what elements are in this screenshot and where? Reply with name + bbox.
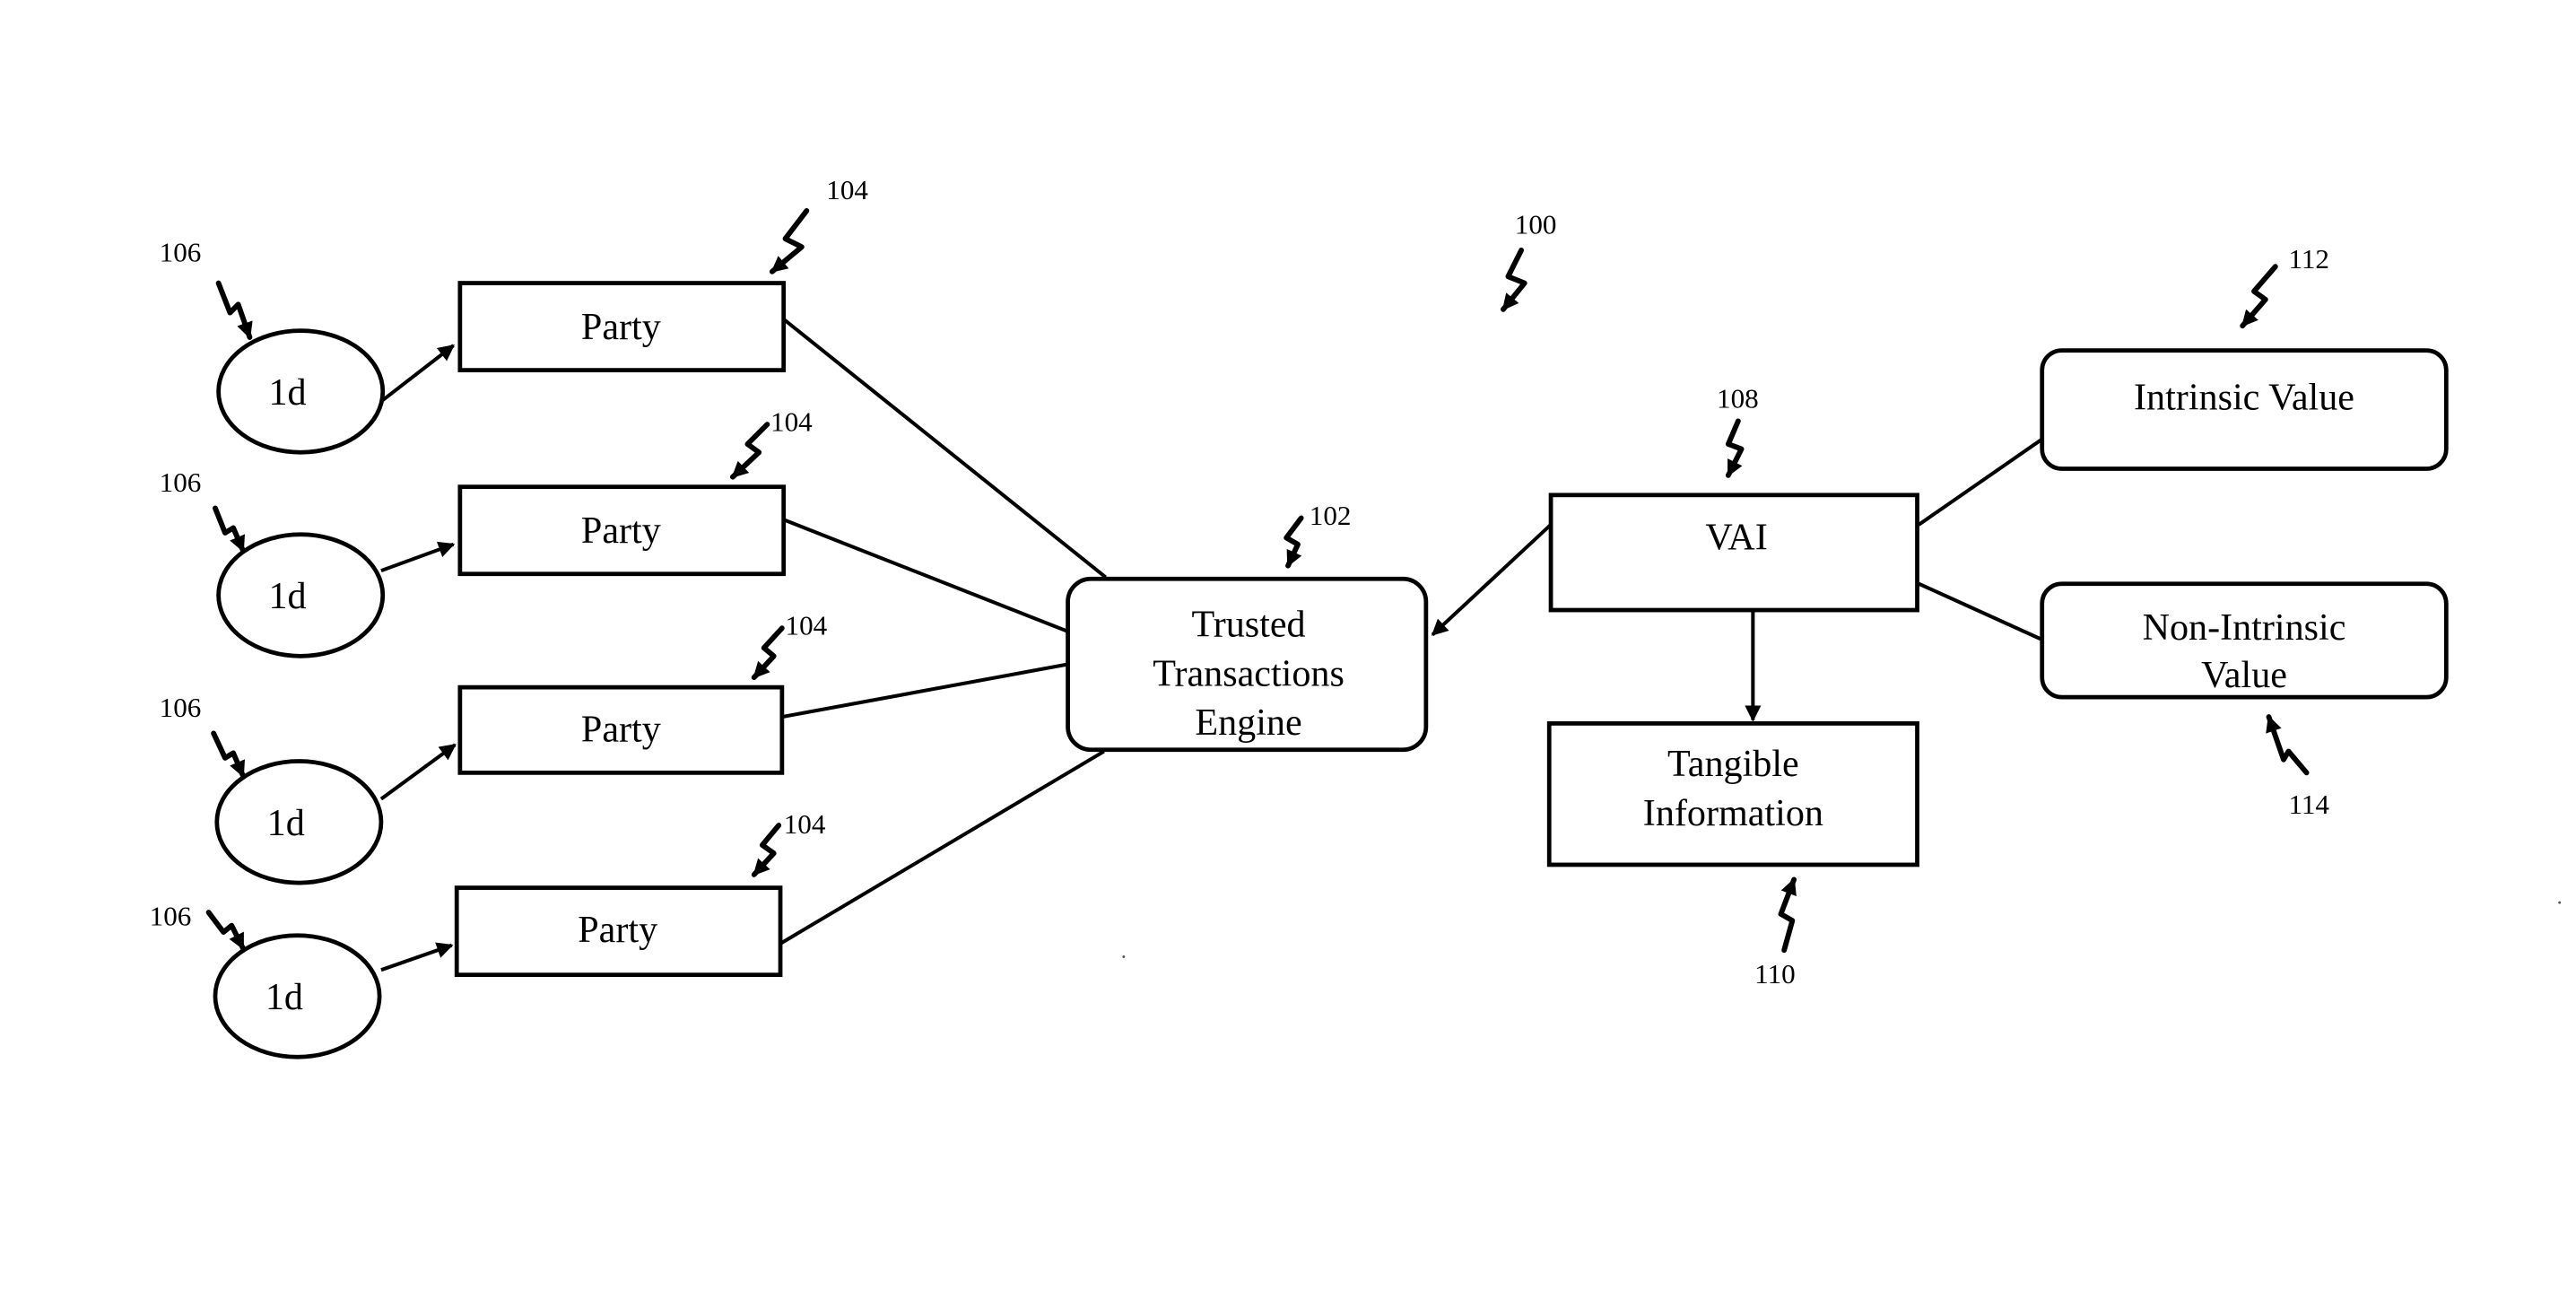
edge-vai-intrinsic	[1918, 437, 2043, 527]
edge-id4-party4	[380, 942, 454, 972]
ref-104: 104	[784, 808, 826, 840]
ref-104: 104	[786, 610, 828, 641]
engine-label-line2: Transactions	[1153, 652, 1345, 694]
vai-node: VAI	[1548, 493, 1919, 613]
id-node: 1d	[213, 933, 382, 1059]
leader-106-icon	[211, 730, 247, 779]
nonintrinsic-label-line2: Value	[2201, 654, 2287, 696]
leader-106-icon	[215, 280, 253, 340]
ref-106: 106	[160, 237, 202, 268]
intrinsic-node: Intrinsic Value	[2040, 348, 2449, 471]
engine-label-line3: Engine	[1195, 702, 1301, 744]
edge-vai-nonintrinsic	[1918, 581, 2043, 641]
ref-108: 108	[1717, 383, 1759, 414]
intrinsic-label: Intrinsic Value	[2134, 377, 2354, 419]
ref-100: 100	[1515, 209, 1557, 240]
tangible-label-line1: Tangible	[1667, 743, 1799, 785]
engine-label-line1: Trusted	[1191, 603, 1305, 645]
ref-114: 114	[2288, 789, 2329, 820]
party-node: Party	[454, 885, 783, 978]
party-node: Party	[457, 484, 787, 577]
leader-114-icon	[2266, 714, 2310, 776]
id-label: 1d	[265, 976, 303, 1018]
ref-106: 106	[150, 901, 192, 932]
leader-106-icon	[205, 910, 247, 952]
party-label: Party	[581, 510, 661, 552]
leader-112-icon	[2240, 264, 2278, 329]
edge-party4-engine	[779, 749, 1105, 946]
party-label: Party	[581, 709, 661, 751]
edge-id2-party2	[380, 541, 456, 572]
ref-104: 104	[770, 405, 813, 437]
party-node: Party	[457, 281, 787, 373]
id-label: 1d	[268, 575, 306, 617]
id-label: 1d	[267, 802, 305, 844]
leader-108-icon	[1725, 418, 1745, 478]
tangible-node: Tangible Information	[1546, 721, 1919, 867]
nonintrinsic-label-line1: Non-Intrinsic	[2143, 606, 2346, 649]
vai-label: VAI	[1705, 516, 1767, 558]
party-label: Party	[578, 909, 657, 951]
ref-112: 112	[2288, 243, 2329, 275]
engine-node: Trusted Transactions Engine	[1066, 576, 1429, 753]
scan-speck	[2558, 901, 2562, 904]
id-node: 1d	[214, 759, 384, 885]
leader-104-icon	[751, 625, 785, 681]
id-node: 1d	[216, 328, 386, 455]
party-node: Party	[457, 684, 785, 775]
ref-106: 106	[160, 692, 202, 723]
patent-diagram: 1d 1d 1d 1d Party Party Party Party Trus…	[150, 174, 2562, 1059]
edge-party3-engine	[781, 662, 1068, 719]
leader-104-icon	[751, 823, 782, 877]
leader-106-icon	[213, 505, 247, 554]
leader-110-icon	[1778, 876, 1797, 954]
edge-vai-engine	[1431, 523, 1553, 636]
leader-102-icon	[1284, 515, 1304, 569]
ref-106: 106	[160, 466, 202, 498]
id-label: 1d	[268, 371, 306, 414]
ref-110: 110	[1754, 958, 1796, 990]
party-label: Party	[581, 306, 661, 348]
ref-104: 104	[826, 174, 868, 205]
scan-speck	[1122, 955, 1126, 958]
leader-104-icon	[769, 208, 810, 275]
leader-100-icon	[1501, 247, 1527, 312]
ref-102: 102	[1310, 500, 1352, 531]
nonintrinsic-node: Non-Intrinsic Value	[2040, 581, 2449, 700]
tangible-label-line2: Information	[1643, 792, 1823, 834]
edge-id1-party1	[379, 344, 455, 404]
edge-id3-party3	[379, 743, 457, 801]
leader-104-icon	[729, 422, 770, 480]
